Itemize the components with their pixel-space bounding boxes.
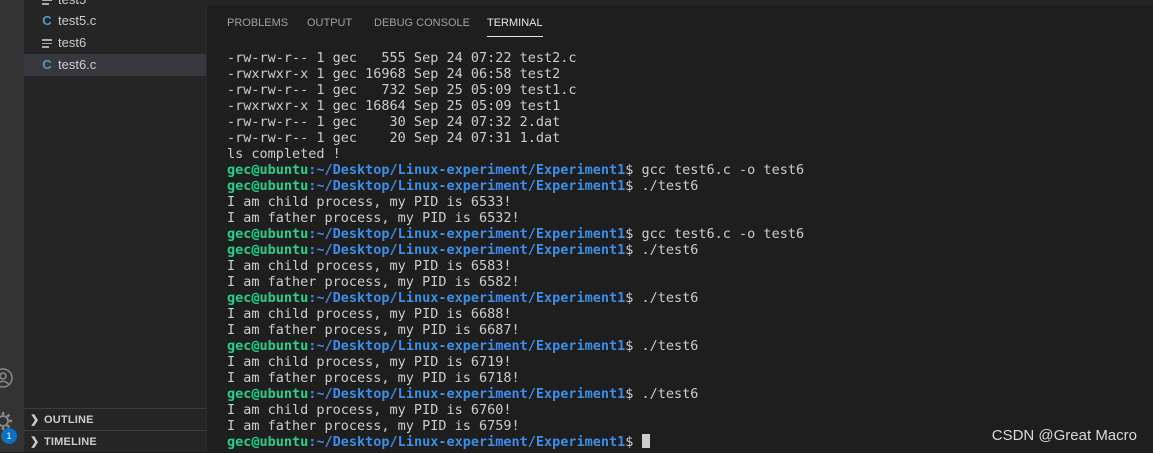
tab-terminal[interactable]: TERMINAL [487,14,543,37]
prompt-user: gec@ubuntu [227,290,309,306]
terminal-output-line: -rw-rw-r-- 1 gec 555 Sep 24 07:22 test2.… [227,50,577,66]
terminal-output-line: I am father process, my PID is 6759! [227,418,520,434]
prompt-user: gec@ubuntu [227,386,309,402]
terminal-output-line: -rw-rw-r-- 1 gec 732 Sep 25 05:09 test1.… [227,82,577,98]
terminal-output-line: -rw-rw-r-- 1 gec 20 Sep 24 07:31 1.dat [227,130,561,146]
file-name: test6 [58,35,87,50]
terminal-output-line: I am child process, my PID is 6583! [227,258,512,274]
terminal-output-line: -rw-rw-r-- 1 gec 30 Sep 24 07:32 2.dat [227,114,561,130]
prompt-path: :~/Desktop/Linux-experiment/Experiment1 [308,162,626,178]
terminal-prompt-line: gec@ubuntu:~/Desktop/Linux-experiment/Ex… [227,338,804,354]
prompt-path: :~/Desktop/Linux-experiment/Experiment1 [308,434,626,450]
section-title: TIMELINE [44,436,97,448]
prompt-command: $ gcc test6.c -o test6 [625,226,805,242]
terminal-prompt-line: gec@ubuntu:~/Desktop/Linux-experiment/Ex… [227,226,804,242]
account-icon[interactable] [0,367,14,389]
terminal-prompt-line: gec@ubuntu:~/Desktop/Linux-experiment/Ex… [227,386,804,402]
prompt-path: :~/Desktop/Linux-experiment/Experiment1 [308,178,626,194]
prompt-user: gec@ubuntu [227,162,309,178]
terminal-prompt-line: gec@ubuntu:~/Desktop/Linux-experiment/Ex… [227,242,804,258]
terminal-output-line: I am child process, my PID is 6760! [227,402,512,418]
prompt-user: gec@ubuntu [227,434,309,450]
timeline-section-header[interactable]: ❯ TIMELINE [24,430,206,453]
terminal-cursor [641,434,650,448]
prompt-user: gec@ubuntu [227,242,309,258]
terminal-output-line: I am child process, my PID is 6533! [227,194,512,210]
prompt-command: $ ./test6 [625,290,699,306]
prompt-user: gec@ubuntu [227,226,309,242]
panel-top-border [207,0,1153,5]
terminal-prompt-line: gec@ubuntu:~/Desktop/Linux-experiment/Ex… [227,162,804,178]
tab-output[interactable]: OUTPUT [307,14,352,32]
file-item-test5-c[interactable]: C test5.c [24,10,206,32]
prompt-path: :~/Desktop/Linux-experiment/Experiment1 [308,242,626,258]
chevron-right-icon: ❯ [30,414,40,426]
prompt-user: gec@ubuntu [227,338,309,354]
prompt-command: $ ./test6 [625,386,699,402]
terminal-output-line: I am father process, my PID is 6718! [227,370,520,386]
terminal-output-line: ls completed ! [227,146,341,162]
terminal-output[interactable]: -rw-rw-r-- 1 gec 555 Sep 24 07:22 test2.… [227,50,804,450]
prompt-user: gec@ubuntu [227,178,309,194]
prompt-command: $ [625,434,642,450]
prompt-path: :~/Desktop/Linux-experiment/Experiment1 [308,290,626,306]
terminal-output-line: I am father process, my PID is 6532! [227,210,520,226]
prompt-path: :~/Desktop/Linux-experiment/Experiment1 [308,226,626,242]
prompt-path: :~/Desktop/Linux-experiment/Experiment1 [308,338,626,354]
prompt-command: $ ./test6 [625,338,699,354]
chevron-right-icon: ❯ [30,436,40,448]
bottom-panel: PROBLEMS OUTPUT DEBUG CONSOLE TERMINAL -… [206,0,1153,452]
file-name: test6.c [58,57,97,72]
file-item-test6-c[interactable]: C test6.c [24,54,206,76]
tab-debug-console[interactable]: DEBUG CONSOLE [374,14,470,32]
c-file-icon: C [42,13,52,28]
notification-badge: 1 [1,428,17,444]
terminal-prompt-line: gec@ubuntu:~/Desktop/Linux-experiment/Ex… [227,434,804,450]
prompt-command: $ ./test6 [625,178,699,194]
file-item-test6[interactable]: test6 [24,32,206,54]
prompt-command: $ gcc test6.c -o test6 [625,162,805,178]
terminal-output-line: I am child process, my PID is 6688! [227,306,512,322]
explorer-sidebar: test5 C test5.c test6 C test6.c ❯ OUTLIN… [24,0,206,452]
terminal-prompt-line: gec@ubuntu:~/Desktop/Linux-experiment/Ex… [227,290,804,306]
terminal-output-line: I am father process, my PID is 6582! [227,274,520,290]
terminal-output-line: -rwxrwxr-x 1 gec 16968 Sep 24 06:58 test… [227,66,561,82]
prompt-path: :~/Desktop/Linux-experiment/Experiment1 [308,386,626,402]
activity-bar: 1 [0,0,24,452]
file-name: test5.c [58,13,97,28]
outline-section-header[interactable]: ❯ OUTLINE [24,408,206,431]
terminal-prompt-line: gec@ubuntu:~/Desktop/Linux-experiment/Ex… [227,178,804,194]
prompt-command: $ ./test6 [625,242,699,258]
section-title: OUTLINE [44,414,94,426]
watermark: CSDN @Great Macro [991,427,1137,444]
tab-problems[interactable]: PROBLEMS [227,14,288,32]
terminal-output-line: I am father process, my PID is 6687! [227,322,520,338]
c-file-icon: C [42,57,52,72]
terminal-output-line: I am child process, my PID is 6719! [227,354,512,370]
file-lines-icon [40,32,54,54]
terminal-output-line: -rwxrwxr-x 1 gec 16864 Sep 25 05:09 test… [227,98,561,114]
